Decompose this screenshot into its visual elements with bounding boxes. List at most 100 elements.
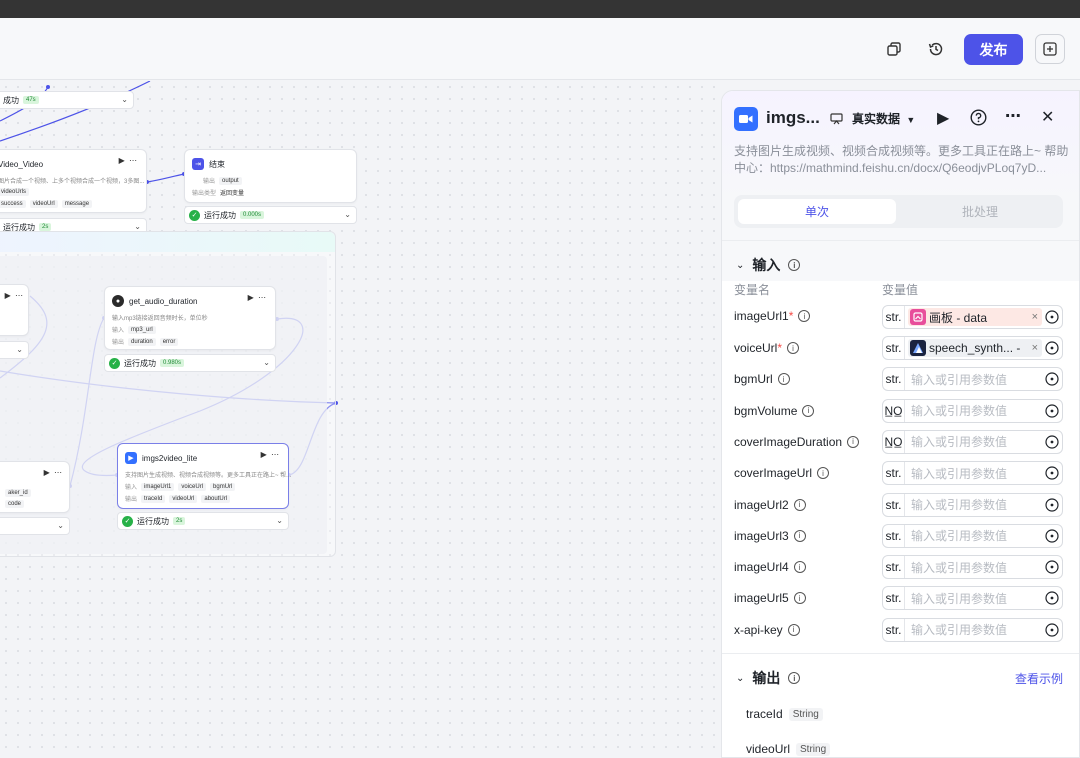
- value-field-x-api-key[interactable]: str. 输入或引用参数值: [882, 617, 1063, 642]
- variable-picker-icon[interactable]: [1042, 435, 1062, 449]
- run-icon[interactable]: ▶ ⋯: [119, 156, 138, 165]
- variable-picker-icon[interactable]: [1042, 403, 1062, 418]
- value-input[interactable]: 输入或引用参数值: [905, 496, 1042, 513]
- video-plugin-icon: [734, 107, 758, 131]
- chevron-down-icon[interactable]: ⌄: [57, 521, 64, 530]
- field-label-coverimageurl: coverImageUrl i: [734, 466, 830, 480]
- chevron-down-icon[interactable]: ⌄: [276, 516, 283, 525]
- row-label: 输入: [112, 328, 125, 334]
- value-field-coverimageduration[interactable]: N̲O̲ 输入或引用参数值: [882, 429, 1063, 454]
- value-input[interactable]: 输入或引用参数值: [905, 402, 1042, 419]
- info-icon[interactable]: i: [817, 467, 830, 480]
- node-speaker[interactable]: ▶ ⋯ aker_id code: [0, 461, 70, 513]
- variable-picker-icon[interactable]: [1042, 591, 1062, 605]
- chevron-down-icon[interactable]: ⌄: [344, 210, 351, 219]
- value-input[interactable]: 输入或引用参数值: [905, 590, 1042, 607]
- output-type: String: [796, 742, 831, 756]
- value-input[interactable]: 输入或引用参数值: [905, 559, 1042, 576]
- info-icon[interactable]: i: [847, 435, 860, 448]
- chevron-down-icon: ⌄: [736, 672, 745, 684]
- output-section-header[interactable]: ⌄ 输出 i: [736, 668, 801, 688]
- info-icon[interactable]: i: [788, 259, 801, 271]
- info-icon[interactable]: i: [802, 404, 815, 417]
- value-field-voiceurl[interactable]: str. speech_synth... - ×: [882, 336, 1063, 360]
- info-icon[interactable]: i: [798, 310, 811, 322]
- history-icon[interactable]: [925, 38, 947, 60]
- chevron-down-icon[interactable]: ⌄: [121, 95, 128, 104]
- value-input[interactable]: 输入或引用参数值: [905, 527, 1042, 544]
- copy-icon[interactable]: [883, 38, 905, 60]
- value-input[interactable]: 输入或引用参数值: [905, 465, 1042, 482]
- field-label-imageurl1: imageUrl1* i: [734, 309, 811, 323]
- info-icon[interactable]: i: [787, 623, 800, 636]
- value-field-bgmvolume[interactable]: N̲O̲ 输入或引用参数值: [882, 398, 1063, 423]
- value-field-imageurl5[interactable]: str. 输入或引用参数值: [882, 586, 1063, 611]
- node-video[interactable]: Video_Video ▶ ⋯ 图片合成一个视频、上多个视频合成一个视频，3多图…: [0, 149, 147, 213]
- node-status-bar[interactable]: 成功 47s ⌄: [0, 91, 134, 109]
- node-status-bar[interactable]: ✓ 运行成功 0.980s ⌄: [104, 354, 276, 372]
- info-icon[interactable]: i: [788, 672, 801, 684]
- run-icon[interactable]: ▶ ⋯: [248, 293, 267, 302]
- reference-label: speech_synth... -: [929, 341, 1021, 355]
- run-icon[interactable]: ▶ ⋯: [44, 468, 63, 477]
- run-icon[interactable]: ▶ ⋯: [261, 450, 280, 459]
- data-mode-select[interactable]: 真实数据 ▼: [852, 110, 915, 127]
- variable-picker-icon[interactable]: [1042, 560, 1062, 574]
- help-icon[interactable]: [970, 109, 987, 131]
- info-icon[interactable]: i: [787, 342, 800, 354]
- info-icon[interactable]: i: [793, 561, 806, 574]
- info-icon[interactable]: i: [793, 592, 806, 605]
- output-tag: videoUrl: [169, 494, 198, 503]
- node-status-bar[interactable]: ⌄: [0, 341, 29, 359]
- chevron-down-icon[interactable]: ⌄: [263, 358, 270, 367]
- chevron-down-icon[interactable]: ⌄: [134, 222, 141, 231]
- value-input[interactable]: 输入或引用参数值: [905, 371, 1042, 388]
- run-icon[interactable]: ▶ ⋯: [5, 291, 24, 300]
- value-field-imageurl3[interactable]: str. 输入或引用参数值: [882, 523, 1063, 548]
- variable-picker-icon[interactable]: [1042, 310, 1062, 324]
- node-partial[interactable]: ▶ ⋯: [0, 284, 29, 336]
- info-icon[interactable]: i: [777, 373, 790, 386]
- reference-chip[interactable]: 画板 - data ×: [908, 308, 1042, 326]
- row-label: 输入: [125, 485, 138, 491]
- reference-chip[interactable]: speech_synth... - ×: [908, 339, 1042, 357]
- value-input[interactable]: 输入或引用参数值: [905, 433, 1042, 450]
- variable-picker-icon[interactable]: [1042, 497, 1062, 512]
- input-section-header[interactable]: ⌄ 输入 i: [736, 255, 801, 275]
- check-icon: ✓: [189, 209, 200, 221]
- value-field-coverimageurl[interactable]: str. 输入或引用参数值: [882, 461, 1063, 486]
- value-field-imageurl2[interactable]: str. 输入或引用参数值: [882, 492, 1063, 517]
- value-field-imageurl4[interactable]: str. 输入或引用参数值: [882, 555, 1063, 580]
- clear-icon[interactable]: ×: [1032, 311, 1038, 323]
- variable-picker-icon[interactable]: [1042, 372, 1062, 386]
- variable-picker-icon[interactable]: [1042, 529, 1062, 543]
- value-field-bgmurl[interactable]: str. 输入或引用参数值: [882, 367, 1063, 392]
- node-end[interactable]: ⇥ 结束 输出 output 输出类型 返回变量: [184, 149, 357, 203]
- variable-picker-icon[interactable]: [1042, 341, 1062, 355]
- info-icon[interactable]: i: [793, 498, 806, 511]
- value-field-imageurl1[interactable]: str. 画板 - data ×: [882, 305, 1063, 329]
- node-title: get_audio_duration: [129, 296, 198, 306]
- node-status-bar[interactable]: ✓ 运行成功 0.000s ⌄: [184, 206, 357, 224]
- workflow-canvas[interactable]: 成功 47s ⌄ Video_Video ▶ ⋯ 图片合成一个视频、上多个视频合…: [0, 81, 720, 758]
- variable-picker-icon[interactable]: [1042, 623, 1062, 637]
- run-icon[interactable]: ▶: [937, 108, 949, 128]
- clear-icon[interactable]: ×: [1032, 342, 1038, 354]
- add-panel-button[interactable]: [1035, 34, 1065, 64]
- tab-single[interactable]: 单次: [738, 199, 896, 224]
- output-item: traceId String: [746, 707, 823, 721]
- info-icon[interactable]: i: [793, 529, 806, 542]
- publish-button[interactable]: 发布: [964, 34, 1023, 65]
- chevron-down-icon[interactable]: ⌄: [16, 345, 23, 354]
- view-example-link[interactable]: 查看示例: [1015, 670, 1063, 687]
- node-status-bar[interactable]: ✓ 运行成功 2s ⌄: [117, 512, 289, 530]
- node-test-panel: imgs... 真实数据 ▼ ▶ ⋯ ✕ 支持图片生成视频、视频合成视频等。更多…: [721, 90, 1080, 758]
- close-icon[interactable]: ✕: [1041, 107, 1054, 127]
- variable-picker-icon[interactable]: [1042, 466, 1062, 480]
- tab-batch[interactable]: 批处理: [901, 199, 1059, 224]
- node-status-bar[interactable]: ⌄: [0, 517, 70, 535]
- node-imgs2video-lite[interactable]: ▶ imgs2video_lite ▶ ⋯ 支持图片生成视频、视频合成视频等。更…: [117, 443, 291, 509]
- value-input[interactable]: 输入或引用参数值: [905, 621, 1042, 638]
- more-icon[interactable]: ⋯: [1005, 106, 1021, 126]
- node-get-audio-duration[interactable]: ● get_audio_duration ▶ ⋯ 输入mp3链接返回音频时长，单…: [104, 286, 276, 350]
